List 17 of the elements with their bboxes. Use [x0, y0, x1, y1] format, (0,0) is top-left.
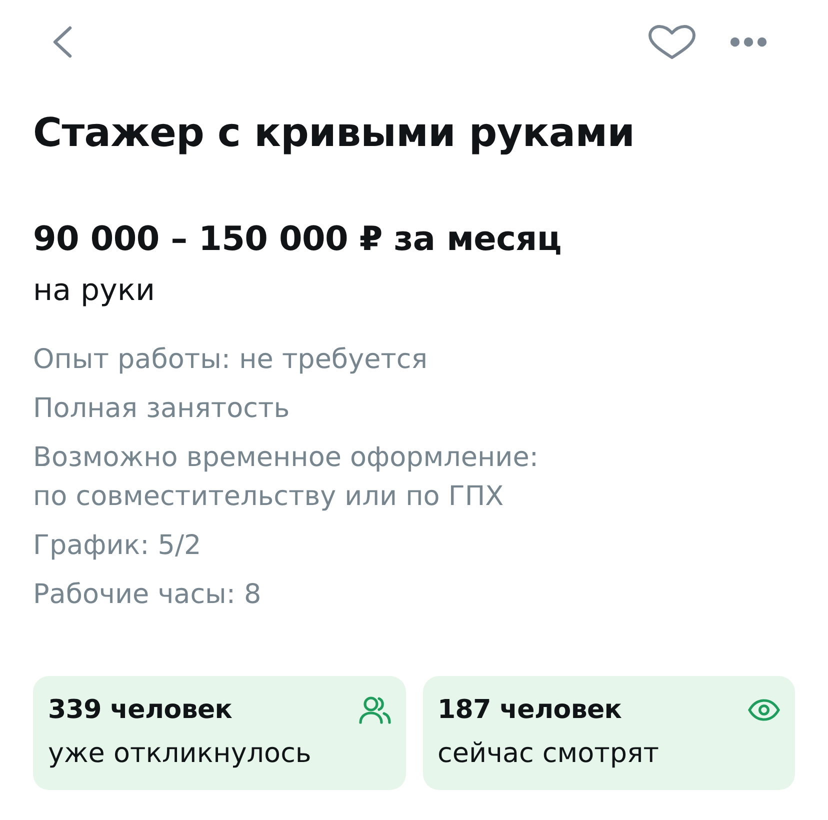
back-chevron-icon[interactable] — [52, 26, 72, 58]
salary-range: 90 000 – 150 000 ₽ за месяц — [33, 218, 562, 260]
stat-caption: уже откликнулось — [48, 737, 312, 771]
more-dots-icon[interactable] — [730, 37, 767, 47]
vacancy-title: Стажер с кривыми руками — [33, 109, 636, 158]
stat-count: 187 человек — [438, 694, 622, 727]
vacancy-detail: Рабочие часы: 8 — [33, 578, 262, 612]
heart-icon[interactable] — [648, 25, 696, 59]
stat-count: 339 человек — [48, 694, 232, 727]
vacancy-detail: Возможно временное оформление: по совместительству или по ГПХ — [33, 441, 540, 514]
stat-caption: сейчас смотрят — [438, 737, 660, 771]
vacancy-detail: Опыт работы: не требуется — [33, 343, 428, 377]
salary-note: на руки — [33, 272, 156, 310]
people-icon — [358, 696, 390, 724]
eye-icon — [748, 699, 780, 721]
vacancy-detail: График: 5/2 — [33, 529, 202, 563]
vacancy-detail: Полная занятость — [33, 392, 291, 426]
